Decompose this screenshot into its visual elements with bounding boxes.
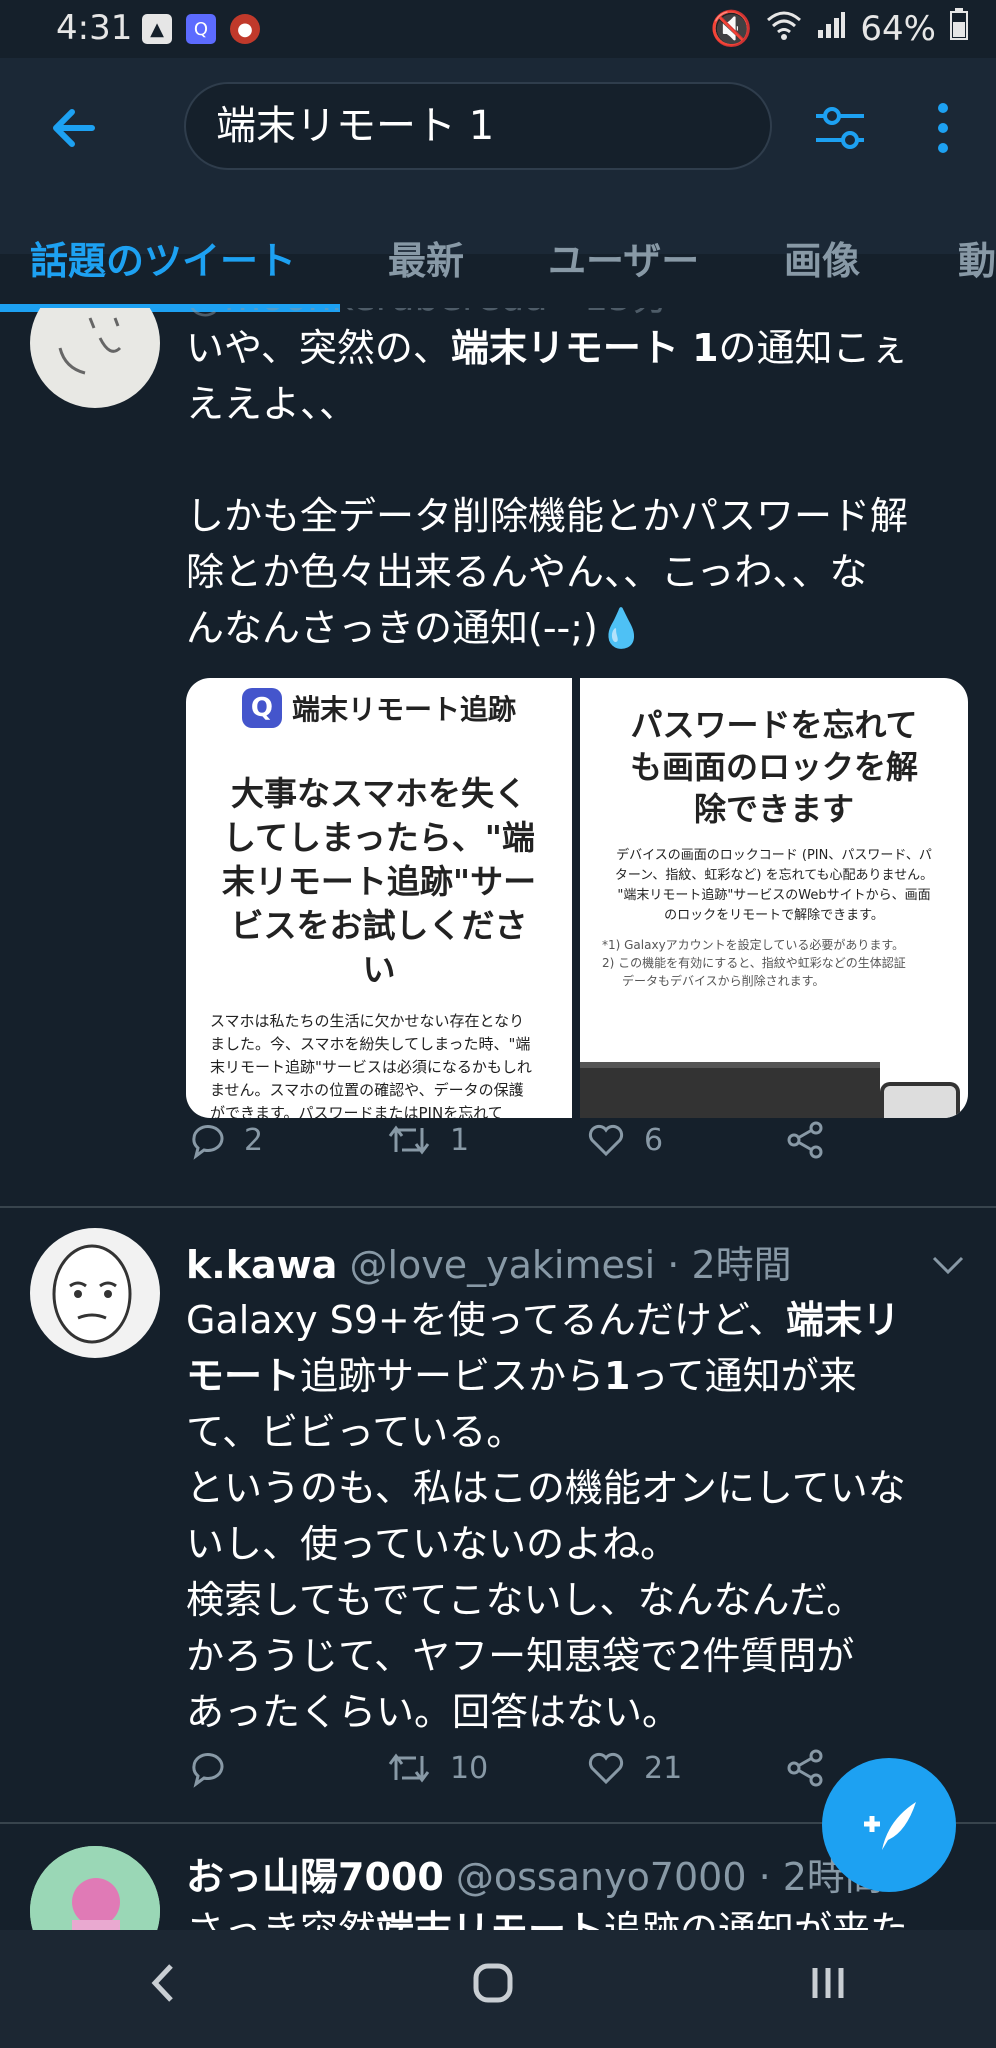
reply-count: 2 — [244, 1122, 264, 1158]
tweet-card[interactable]: k.kawa @love_yakimesi · 2時間 Galaxy S9+を使… — [0, 1228, 996, 1808]
tweet-handle[interactable]: @love_yakimesi · 2時間 — [349, 1243, 791, 1287]
back-arrow-icon[interactable] — [44, 98, 104, 158]
gallery-notification-icon: ▲ — [142, 14, 172, 44]
media-right-body: デバイスの画面のロックコード (PIN、パスワード、パ ターン、指紋、虹彩など)… — [614, 848, 934, 923]
media-right-headline: パスワードを忘れて も画面のロックを解 除できます — [629, 706, 918, 828]
like-count: 21 — [644, 1750, 683, 1786]
battery-percent: 64% — [860, 8, 936, 49]
share-icon — [787, 1121, 823, 1159]
tab-top[interactable]: 話題のツイート — [30, 230, 296, 285]
media-image-left[interactable]: Q 端末リモート追跡 大事なスマホを失く してしまったら、"端 末リモート追跡"… — [186, 678, 572, 1118]
retweet-icon — [388, 1753, 430, 1783]
mute-icon: 🔇 — [710, 8, 753, 49]
status-bar: 4:31 ▲ Q ● 🔇 64% — [0, 0, 996, 58]
retweet-count: 1 — [450, 1122, 470, 1158]
tweet-divider — [0, 1206, 996, 1208]
reply-button[interactable] — [186, 1748, 386, 1788]
search-filter-icon[interactable] — [810, 98, 870, 158]
avatar[interactable] — [30, 1846, 160, 1930]
search-input[interactable]: 端末リモート 1 — [184, 82, 772, 170]
tweet-menu-chevron-icon[interactable] — [928, 1250, 968, 1280]
retweet-count: 10 — [450, 1750, 489, 1786]
nav-back-icon[interactable] — [143, 1958, 183, 2020]
retweet-icon — [388, 1125, 430, 1155]
like-button[interactable]: 6 — [586, 1120, 786, 1160]
compose-tweet-button[interactable] — [822, 1758, 956, 1892]
tab-latest[interactable]: 最新 — [388, 230, 464, 285]
find-device-app-icon: Q — [241, 688, 282, 728]
tweet-text: いや、突然の、端末リモート 1の通知こぇ ええよ、、 しかも全データ削除機能とか… — [186, 326, 909, 650]
media-image-right[interactable]: パスワードを忘れて も画面のロックを解 除できます デバイスの画面のロックコード… — [580, 678, 968, 1118]
tweet-header: k.kawa @love_yakimesi · 2時間 — [186, 1234, 970, 1289]
more-options-icon[interactable] — [928, 98, 958, 158]
tweet-handle: @moonkerabereda · 15分 — [186, 308, 670, 319]
search-tabs: 話題のツイート 最新 ユーザー 画像 動 — [0, 230, 996, 314]
wifi-icon — [766, 9, 802, 49]
system-nav-bar — [0, 1930, 996, 2048]
tweet-feed[interactable]: @moonkerabereda · 15分 いや、突然の、端末リモート 1の通知… — [0, 308, 996, 1930]
status-time: 4:31 — [56, 8, 133, 48]
tweet-author-name[interactable]: k.kawa — [186, 1243, 337, 1287]
reply-icon — [192, 1753, 224, 1788]
droplet-emoji-icon: 💧 — [597, 606, 646, 650]
tab-users[interactable]: ユーザー — [548, 230, 699, 285]
search-header: 端末リモート 1 話題のツイート 最新 ユーザー 画像 動 — [0, 58, 996, 312]
battery-icon — [950, 8, 968, 49]
tab-videos[interactable]: 動 — [958, 230, 996, 285]
tweet-handle[interactable]: @ossanyo7000 · 2時間 — [456, 1855, 883, 1899]
media-left-headline: 大事なスマホを失く してしまったら、"端 末リモート追跡"サー ビスをお試しくだ… — [221, 774, 537, 989]
share-button[interactable] — [786, 1120, 986, 1160]
share-icon — [787, 1749, 823, 1787]
reply-icon — [192, 1125, 224, 1160]
like-count: 6 — [644, 1122, 664, 1158]
reply-button[interactable]: 2 — [186, 1120, 386, 1160]
tweet-text: さっき突然端末リモート追跡の通知が来た — [186, 1908, 909, 1930]
heart-icon — [588, 1752, 624, 1785]
media-right-notes: *1) Galaxyアカウントを設定している必要があります。 2) この機能を有… — [602, 938, 906, 988]
tweet-author-name[interactable]: おっ山陽7000 — [186, 1855, 444, 1899]
phone-illustration — [880, 1082, 960, 1118]
app-notification-icon: ● — [230, 14, 260, 44]
like-button[interactable]: 21 — [586, 1748, 786, 1788]
avatar[interactable] — [30, 308, 160, 408]
heart-icon — [588, 1124, 624, 1157]
tab-photos[interactable]: 画像 — [784, 230, 860, 285]
nav-home-icon[interactable] — [468, 1958, 518, 2020]
find-device-notification-icon: Q — [186, 14, 216, 44]
compose-feather-icon — [864, 1802, 916, 1850]
tweet-text: Galaxy S9+を使ってるんだけど、端末リ モート追跡サービスから1って通知… — [186, 1298, 906, 1734]
signal-icon — [816, 9, 846, 49]
tweet-media[interactable]: Q 端末リモート追跡 大事なスマホを失く してしまったら、"端 末リモート追跡"… — [186, 678, 968, 1118]
avatar[interactable] — [30, 1228, 160, 1358]
media-left-body: スマホは私たちの生活に欠かせない存在となり ました。今、スマホを紛失してしまった… — [210, 1012, 532, 1118]
tweet-card[interactable]: @moonkerabereda · 15分 いや、突然の、端末リモート 1の通知… — [0, 308, 996, 1178]
laptop-illustration — [580, 1062, 880, 1118]
retweet-button[interactable]: 10 — [386, 1748, 586, 1788]
nav-recents-icon[interactable] — [803, 1958, 853, 2020]
retweet-button[interactable]: 1 — [386, 1120, 586, 1160]
